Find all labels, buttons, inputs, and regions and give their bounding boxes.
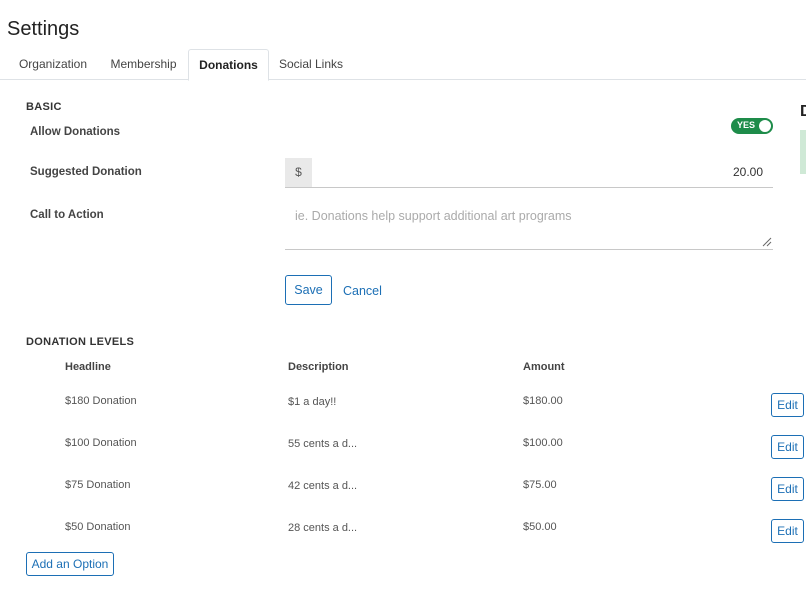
toggle-knob bbox=[759, 120, 771, 132]
column-header-amount: Amount bbox=[523, 361, 565, 373]
currency-addon: $ bbox=[285, 158, 312, 187]
suggested-donation-value: 20.00 bbox=[732, 165, 763, 179]
tab-bar: Organization Membership Donations Social… bbox=[0, 49, 806, 81]
column-header-headline: Headline bbox=[65, 361, 111, 373]
call-to-action-textarea[interactable]: ie. Donations help support additional ar… bbox=[285, 200, 773, 250]
row-headline: $100 Donation bbox=[65, 437, 137, 449]
call-to-action-placeholder: ie. Donations help support additional ar… bbox=[295, 209, 572, 223]
row-amount: $50.00 bbox=[523, 521, 557, 533]
tab-donations[interactable]: Donations bbox=[188, 49, 269, 81]
section-heading-basic: BASIC bbox=[26, 101, 62, 113]
tab-social-links[interactable]: Social Links bbox=[269, 49, 353, 80]
right-panel-accent bbox=[800, 130, 806, 174]
row-headline: $180 Donation bbox=[65, 395, 137, 407]
row-description: $1 a day!! bbox=[288, 396, 337, 408]
page-title: Settings bbox=[7, 18, 80, 40]
edit-button[interactable]: Edit bbox=[771, 435, 804, 459]
edit-button[interactable]: Edit bbox=[771, 393, 804, 417]
suggested-donation-input[interactable]: $ 20.00 bbox=[285, 158, 773, 188]
save-button[interactable]: Save bbox=[285, 275, 332, 305]
row-headline: $75 Donation bbox=[65, 479, 131, 491]
right-panel-heading: D bbox=[800, 103, 806, 120]
row-amount: $100.00 bbox=[523, 437, 563, 449]
row-amount: $75.00 bbox=[523, 479, 557, 491]
column-header-description: Description bbox=[288, 361, 349, 373]
add-option-button[interactable]: Add an Option bbox=[26, 552, 114, 576]
row-description: 55 cents a d... bbox=[288, 438, 358, 450]
tab-membership[interactable]: Membership bbox=[99, 49, 188, 80]
toggle-state-text: YES bbox=[737, 120, 756, 130]
edit-button[interactable]: Edit bbox=[771, 519, 804, 543]
row-description: 42 cents a d... bbox=[288, 480, 358, 492]
tab-organization[interactable]: Organization bbox=[7, 49, 99, 80]
row-headline: $50 Donation bbox=[65, 521, 131, 533]
resize-handle-icon[interactable] bbox=[762, 237, 772, 247]
call-to-action-label: Call to Action bbox=[30, 209, 104, 221]
section-heading-donation-levels: DONATION LEVELS bbox=[26, 336, 135, 348]
row-description: 28 cents a d... bbox=[288, 522, 358, 534]
allow-donations-label: Allow Donations bbox=[30, 126, 121, 138]
allow-donations-toggle[interactable]: YES bbox=[731, 118, 773, 134]
cancel-link[interactable]: Cancel bbox=[343, 284, 382, 298]
edit-button[interactable]: Edit bbox=[771, 477, 804, 501]
suggested-donation-label: Suggested Donation bbox=[30, 166, 142, 178]
row-amount: $180.00 bbox=[523, 395, 563, 407]
